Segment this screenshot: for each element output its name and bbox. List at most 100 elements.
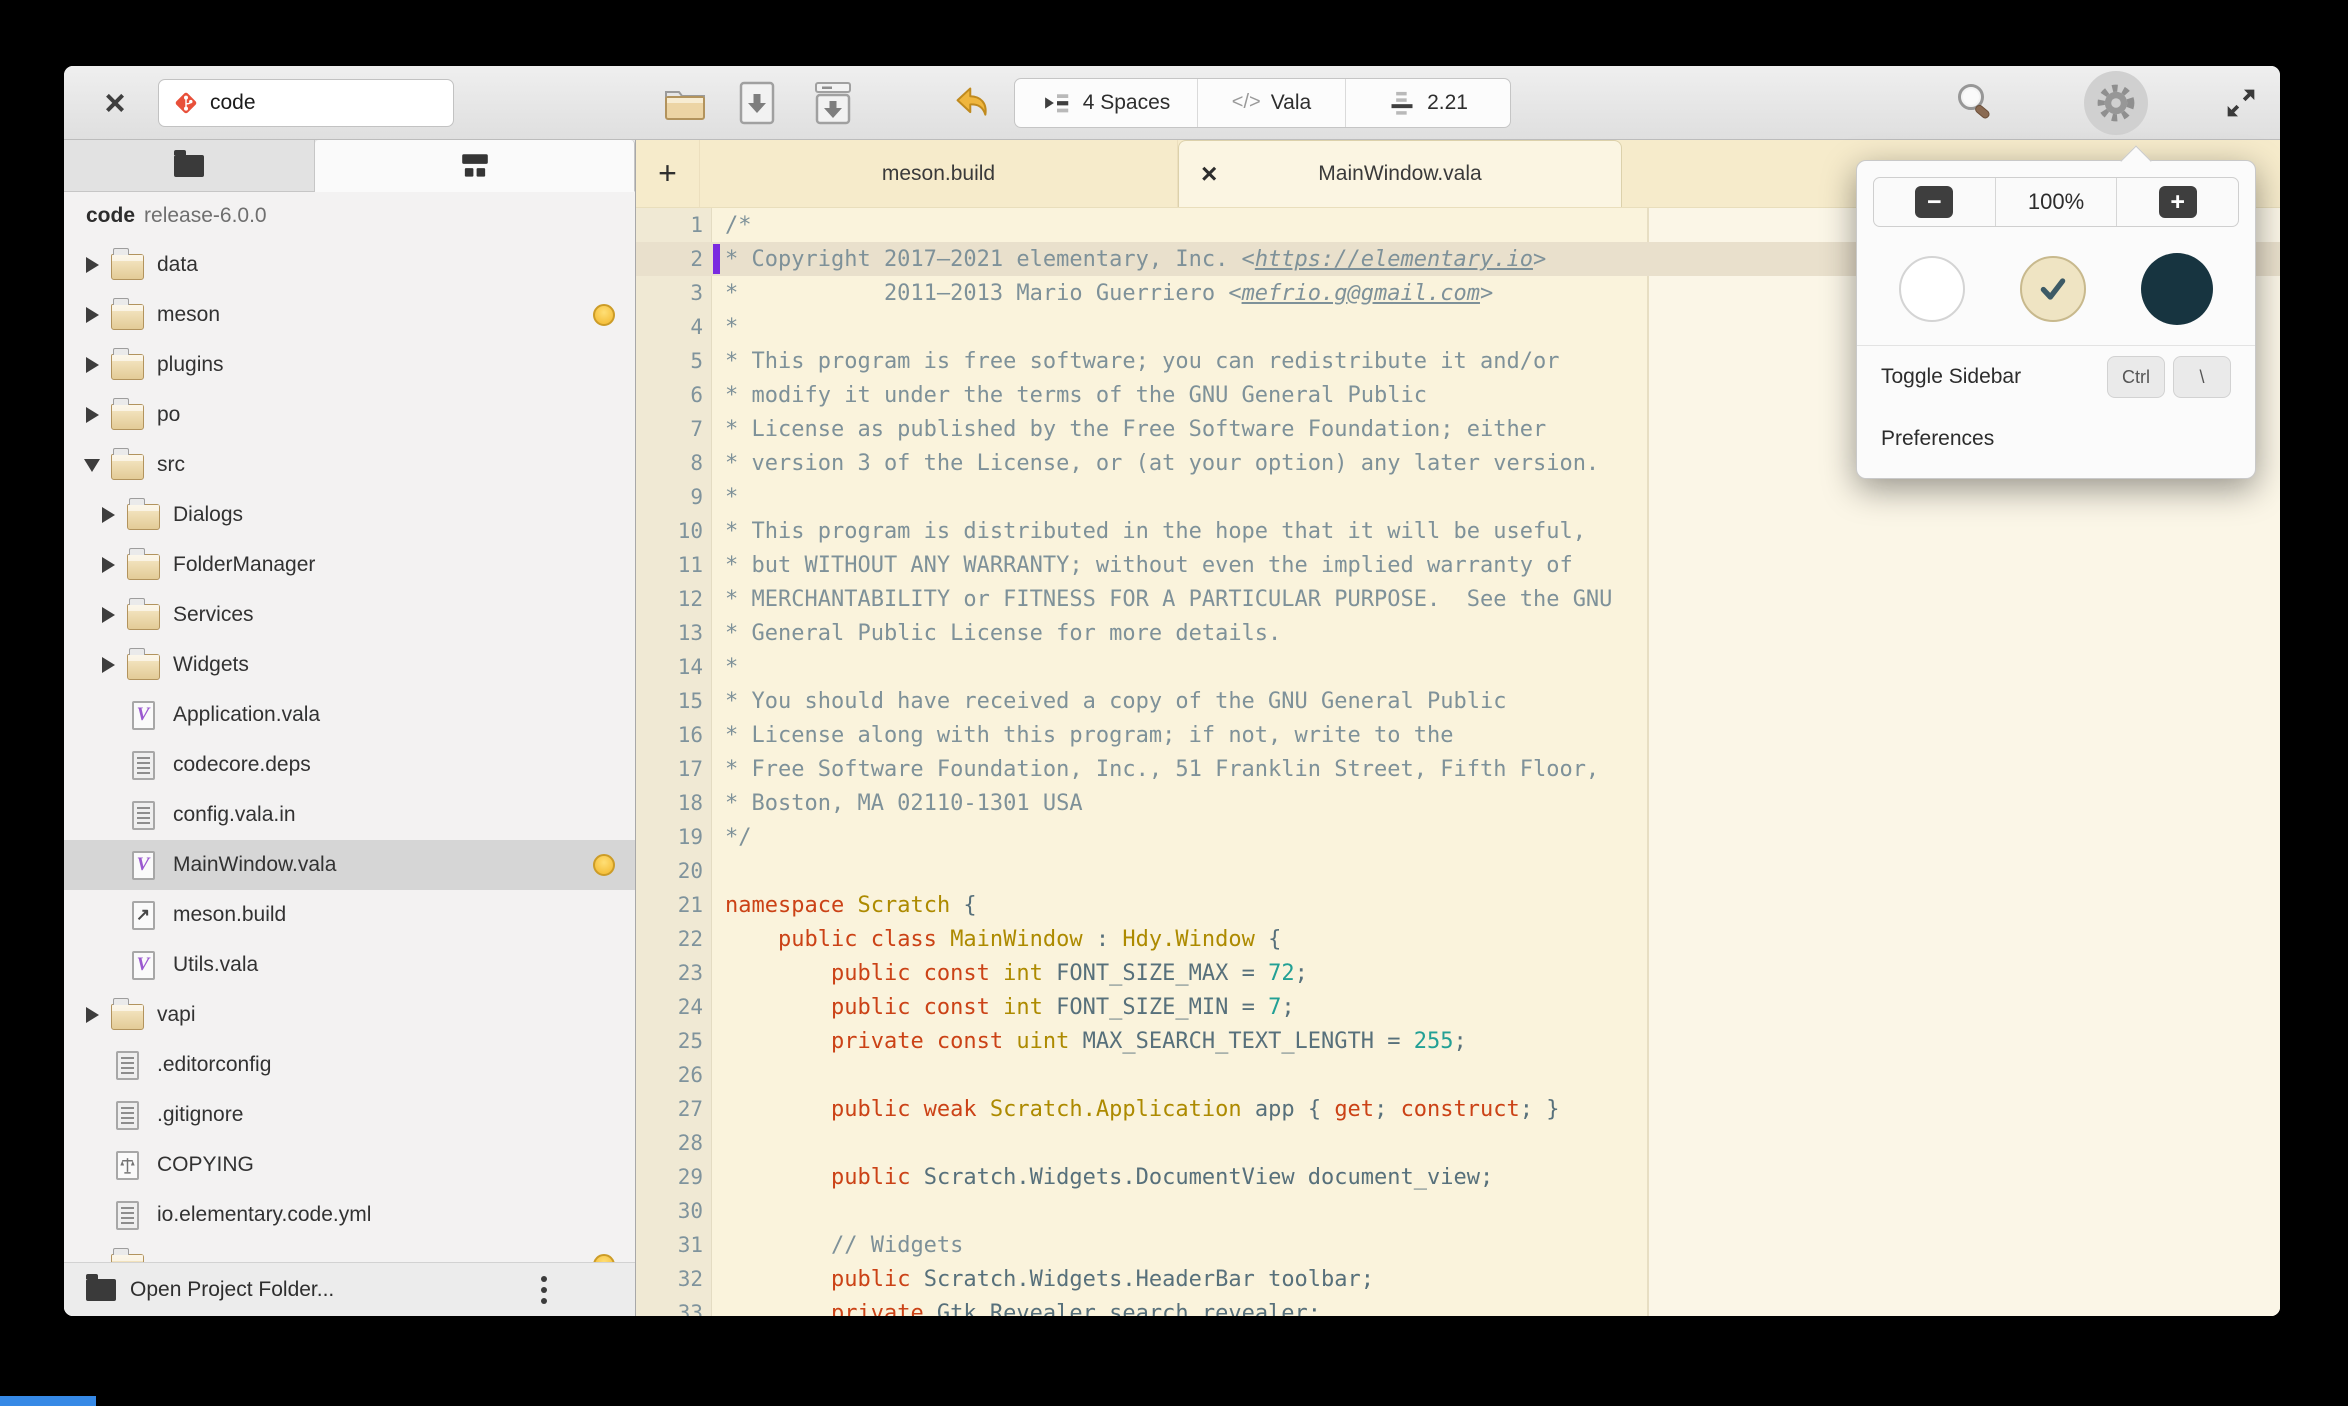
- code-line-22[interactable]: 22 public class MainWindow : Hdy.Window …: [636, 922, 2280, 956]
- headerbar: × code: [64, 66, 2280, 140]
- code-brackets-icon: </>: [1232, 91, 1261, 114]
- code-line-30[interactable]: 30: [636, 1194, 2280, 1228]
- expand-arrow-icon[interactable]: [86, 1007, 99, 1023]
- code-line-9[interactable]: 9*: [636, 480, 2280, 514]
- file-tree[interactable]: datamesonpluginsposrcDialogsFolderManage…: [64, 240, 635, 1262]
- expand-arrow-icon[interactable]: [86, 357, 99, 373]
- tab-MainWindow.vala[interactable]: ×MainWindow.vala: [1178, 140, 1622, 207]
- code-line-20[interactable]: 20: [636, 854, 2280, 888]
- line-number: 21: [636, 893, 712, 917]
- scheme-dark-option[interactable]: [2141, 253, 2213, 325]
- tree-item-label: io.elementary.code.yml: [157, 1203, 371, 1227]
- tree-item-clipped[interactable]: [64, 1240, 635, 1262]
- collapse-arrow-icon[interactable]: [84, 459, 100, 472]
- tree-item-data[interactable]: data: [64, 240, 635, 290]
- expand-arrow-icon[interactable]: [86, 257, 99, 273]
- tree-item-Services[interactable]: Services: [64, 590, 635, 640]
- line-number: 15: [636, 689, 712, 713]
- text-file-icon: [116, 1051, 139, 1080]
- tree-item-MainWindow.vala[interactable]: VMainWindow.vala: [64, 840, 635, 890]
- expand-arrow-icon[interactable]: [102, 657, 115, 673]
- expand-arrow-icon[interactable]: [102, 507, 115, 523]
- line-number: 5: [636, 349, 712, 373]
- save-file-button[interactable]: [732, 75, 782, 131]
- preferences-menu-item[interactable]: Preferences: [1873, 408, 2239, 470]
- tree-item-Application.vala[interactable]: VApplication.vala: [64, 690, 635, 740]
- fullscreen-button[interactable]: [2216, 75, 2266, 131]
- tree-item-.gitignore[interactable]: .gitignore: [64, 1090, 635, 1140]
- project-name: code: [86, 204, 135, 228]
- language-button[interactable]: </> Vala: [1198, 79, 1346, 127]
- code-line-19[interactable]: 19*/: [636, 820, 2280, 854]
- zoom-controls: − 100% +: [1873, 177, 2239, 227]
- tree-item-meson[interactable]: meson: [64, 290, 635, 340]
- code-line-24[interactable]: 24 public const int FONT_SIZE_MIN = 7;: [636, 990, 2280, 1024]
- code-line-33[interactable]: 33 private Gtk.Revealer search_revealer;: [636, 1296, 2280, 1316]
- code-line-18[interactable]: 18* Boston, MA 02110-1301 USA: [636, 786, 2280, 820]
- line-number: 25: [636, 1029, 712, 1053]
- tab-open-files[interactable]: [64, 140, 315, 192]
- line-number: 19: [636, 825, 712, 849]
- indent-width-button[interactable]: 4 Spaces: [1015, 79, 1198, 127]
- tree-item-Dialogs[interactable]: Dialogs: [64, 490, 635, 540]
- zoom-in-button[interactable]: +: [2117, 178, 2238, 226]
- code-line-17[interactable]: 17* Free Software Foundation, Inc., 51 F…: [636, 752, 2280, 786]
- code-line-27[interactable]: 27 public weak Scratch.Application app {…: [636, 1092, 2280, 1126]
- tree-item-COPYING[interactable]: COPYING: [64, 1140, 635, 1190]
- code-line-25[interactable]: 25 private const uint MAX_SEARCH_TEXT_LE…: [636, 1024, 2280, 1058]
- tree-item-Utils.vala[interactable]: VUtils.vala: [64, 940, 635, 990]
- window-close-button[interactable]: ×: [94, 85, 136, 121]
- code-line-10[interactable]: 10* This program is distributed in the h…: [636, 514, 2280, 548]
- search-button[interactable]: [1950, 75, 2000, 131]
- license-file-icon: [116, 1151, 139, 1180]
- tree-item-label: vapi: [157, 1003, 196, 1027]
- code-line-14[interactable]: 14*: [636, 650, 2280, 684]
- code-line-13[interactable]: 13* General Public License for more deta…: [636, 616, 2280, 650]
- overflow-menu-icon[interactable]: [541, 1276, 547, 1304]
- code-line-21[interactable]: 21namespace Scratch {: [636, 888, 2280, 922]
- code-line-28[interactable]: 28: [636, 1126, 2280, 1160]
- open-file-button[interactable]: [660, 75, 710, 131]
- tree-item-po[interactable]: po: [64, 390, 635, 440]
- code-line-16[interactable]: 16* License along with this program; if …: [636, 718, 2280, 752]
- project-title-field[interactable]: code: [158, 79, 454, 127]
- line-number: 4: [636, 315, 712, 339]
- expand-arrow-icon[interactable]: [102, 557, 115, 573]
- open-project-folder-button[interactable]: Open Project Folder...: [130, 1278, 334, 1302]
- tree-item-.editorconfig[interactable]: .editorconfig: [64, 1040, 635, 1090]
- line-position-button[interactable]: 2.21: [1346, 79, 1510, 127]
- scheme-solarized-option[interactable]: [2020, 256, 2086, 322]
- toggle-sidebar-menu-item[interactable]: Toggle Sidebar Ctrl\: [1873, 346, 2239, 408]
- code-line-15[interactable]: 15* You should have received a copy of t…: [636, 684, 2280, 718]
- tree-item-src[interactable]: src: [64, 440, 635, 490]
- tab-close-icon[interactable]: ×: [1201, 158, 1217, 190]
- undo-button[interactable]: [948, 75, 998, 131]
- save-as-button[interactable]: [808, 75, 858, 131]
- code-line-31[interactable]: 31 // Widgets: [636, 1228, 2280, 1262]
- code-line-11[interactable]: 11* but WITHOUT ANY WARRANTY; without ev…: [636, 548, 2280, 582]
- tree-item-config.vala.in[interactable]: config.vala.in: [64, 790, 635, 840]
- tree-item-label: config.vala.in: [173, 803, 296, 827]
- settings-button[interactable]: [2084, 71, 2148, 135]
- tree-item-meson.build[interactable]: ↗meson.build: [64, 890, 635, 940]
- code-line-12[interactable]: 12* MERCHANTABILITY or FITNESS FOR A PAR…: [636, 582, 2280, 616]
- tree-item-vapi[interactable]: vapi: [64, 990, 635, 1040]
- zoom-out-button[interactable]: −: [1874, 178, 1996, 226]
- tree-item-Widgets[interactable]: Widgets: [64, 640, 635, 690]
- code-line-29[interactable]: 29 public Scratch.Widgets.DocumentView d…: [636, 1160, 2280, 1194]
- tree-item-FolderManager[interactable]: FolderManager: [64, 540, 635, 590]
- new-tab-button[interactable]: +: [636, 140, 700, 207]
- code-line-23[interactable]: 23 public const int FONT_SIZE_MAX = 72;: [636, 956, 2280, 990]
- tab-meson.build[interactable]: meson.build: [700, 140, 1178, 207]
- scheme-light-option[interactable]: [1899, 256, 1965, 322]
- code-line-26[interactable]: 26: [636, 1058, 2280, 1092]
- tree-item-io.elementary.code.yml[interactable]: io.elementary.code.yml: [64, 1190, 635, 1240]
- tree-item-plugins[interactable]: plugins: [64, 340, 635, 390]
- line-number: 32: [636, 1267, 712, 1291]
- code-line-32[interactable]: 32 public Scratch.Widgets.HeaderBar tool…: [636, 1262, 2280, 1296]
- expand-arrow-icon[interactable]: [86, 307, 99, 323]
- tree-item-codecore.deps[interactable]: codecore.deps: [64, 740, 635, 790]
- expand-arrow-icon[interactable]: [86, 407, 99, 423]
- tab-project[interactable]: [315, 140, 635, 192]
- expand-arrow-icon[interactable]: [102, 607, 115, 623]
